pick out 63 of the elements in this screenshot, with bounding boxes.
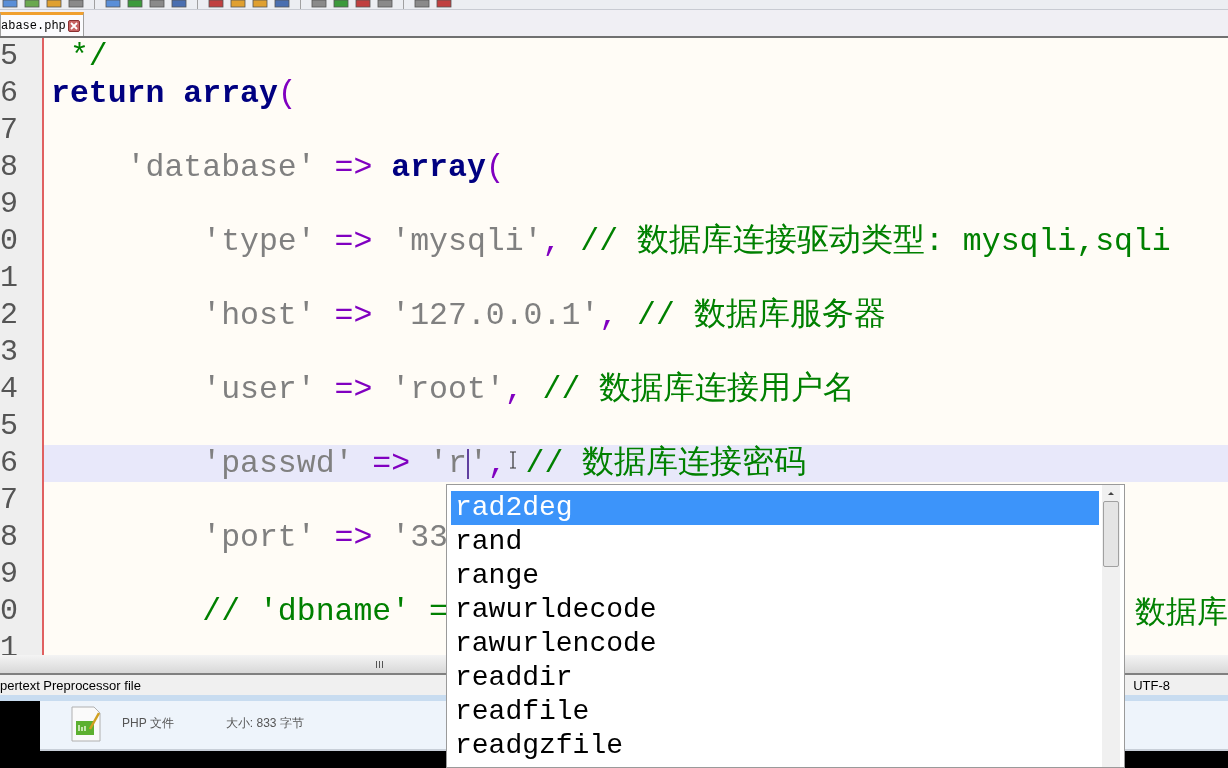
- vertical-scrollbar[interactable]: [1102, 485, 1120, 767]
- line-number: 7: [0, 112, 18, 149]
- code-line: 'type' => 'mysqli', // 数据库连接驱动类型: mysqli,sqli: [201, 223, 1171, 260]
- line-number: 6: [0, 75, 18, 112]
- file-size-text: 大小: 833 字节: [225, 715, 304, 732]
- suggestion-item[interactable]: readgzfile: [451, 729, 1099, 763]
- toolbar-icon[interactable]: [230, 0, 246, 8]
- line-number: 9: [0, 186, 18, 223]
- line-number: 5: [0, 38, 18, 75]
- scrollbar-thumb[interactable]: [1103, 501, 1119, 567]
- line-number: 2: [0, 297, 18, 334]
- line-number: 8: [0, 149, 18, 186]
- php-file-icon: [70, 705, 102, 743]
- toolbar-icon[interactable]: [311, 0, 327, 8]
- line-number: 4: [0, 371, 18, 408]
- toolbar-icon[interactable]: [149, 0, 165, 8]
- toolbar-icon[interactable]: [274, 0, 290, 8]
- line-number: 8: [0, 519, 18, 556]
- line-number: 0: [0, 223, 18, 260]
- toolbar-icon[interactable]: [208, 0, 224, 8]
- suggestion-item[interactable]: range: [451, 559, 1099, 593]
- toolbar-icon[interactable]: [127, 0, 143, 8]
- line-number: 3: [0, 334, 18, 371]
- line-number: 7: [0, 482, 18, 519]
- code-line: 'user' => 'root', // 数据库连接用户名: [201, 371, 856, 408]
- toolbar-icon[interactable]: [2, 0, 18, 8]
- toolbar-icon[interactable]: [252, 0, 268, 8]
- suggestion-item[interactable]: readdir: [451, 661, 1099, 695]
- suggestion-item[interactable]: rand: [451, 525, 1099, 559]
- code-line: 'host' => '127.0.0.1', // 数据库服务器: [201, 297, 886, 334]
- suggestion-item[interactable]: readfile: [451, 695, 1099, 729]
- code-line: 'passwd' => 'r', // 数据库连接密码: [201, 445, 807, 482]
- line-number: 6: [0, 445, 18, 482]
- toolbar-icon[interactable]: [171, 0, 187, 8]
- code-line: // 'dbname' =: [201, 593, 448, 630]
- toolbar-icon[interactable]: [46, 0, 62, 8]
- code-fragment: 数据库: [1135, 593, 1228, 630]
- line-number: 9: [0, 556, 18, 593]
- toolbar-icon[interactable]: [333, 0, 349, 8]
- text-cursor-icon: [509, 451, 517, 469]
- code-line: 'port' => '33: [201, 519, 448, 556]
- file-tab[interactable]: abase.php: [0, 12, 84, 36]
- encoding-label: UTF-8: [1133, 677, 1170, 693]
- code-line: */: [68, 38, 108, 75]
- suggestion-item[interactable]: rawurldecode: [451, 593, 1099, 627]
- toolbar-icon[interactable]: [24, 0, 40, 8]
- file-type-label: pertext Preprocessor file: [0, 677, 141, 693]
- code-line: 'database' => array(: [125, 149, 505, 186]
- toolbar-icon[interactable]: [68, 0, 84, 8]
- toolbar-icon[interactable]: [436, 0, 452, 8]
- close-icon[interactable]: [67, 19, 80, 32]
- line-number: 5: [0, 408, 18, 445]
- file-type-text: PHP 文件: [122, 715, 174, 732]
- toolbar-icon[interactable]: [377, 0, 393, 8]
- toolbar-icon[interactable]: [105, 0, 121, 8]
- line-number: 1: [0, 260, 18, 297]
- toolbar-icon[interactable]: [414, 0, 430, 8]
- suggestion-item[interactable]: rawurlencode: [451, 627, 1099, 661]
- toolbar-icon[interactable]: [355, 0, 371, 8]
- scrollbar-grip-icon: [376, 660, 383, 668]
- up-arrow-icon[interactable]: [1106, 489, 1116, 497]
- line-number: 0: [0, 593, 18, 630]
- code-line: return array(: [51, 75, 297, 112]
